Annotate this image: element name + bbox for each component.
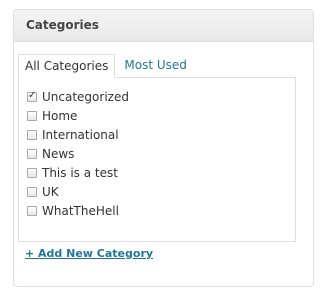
category-checkbox[interactable]: ✓ — [27, 89, 37, 102]
category-checkbox[interactable] — [27, 186, 37, 197]
category-label: International — [42, 127, 119, 142]
categories-panel: Categories All Categories Most Used ✓ Un… — [13, 9, 314, 287]
checkmark-icon: ✓ — [28, 89, 37, 101]
category-checklist: ✓ Uncategorized Home International News … — [18, 77, 296, 242]
category-item-home[interactable]: Home — [27, 106, 295, 125]
category-item-news[interactable]: News — [27, 144, 295, 163]
category-checkbox[interactable] — [27, 205, 37, 216]
category-item-whatthehell[interactable]: WhatTheHell — [27, 201, 295, 220]
category-checkbox[interactable] — [27, 148, 37, 159]
category-label: Home — [42, 108, 78, 123]
category-checkbox[interactable] — [27, 129, 37, 140]
category-item-international[interactable]: International — [27, 125, 295, 144]
category-label: This is a test — [42, 165, 118, 180]
category-label: Uncategorized — [42, 89, 129, 104]
tab-most-used[interactable]: Most Used — [115, 54, 193, 78]
category-checkbox[interactable] — [27, 167, 37, 178]
category-label: UK — [42, 184, 59, 199]
category-item-uk[interactable]: UK — [27, 182, 295, 201]
tab-all-categories[interactable]: All Categories — [18, 54, 116, 78]
category-label: WhatTheHell — [42, 203, 119, 218]
category-item-this-is-a-test[interactable]: This is a test — [27, 163, 295, 182]
category-item-uncategorized[interactable]: ✓ Uncategorized — [27, 87, 295, 106]
panel-title[interactable]: Categories — [14, 10, 313, 42]
category-tabs: All Categories Most Used — [18, 54, 193, 78]
category-checkbox[interactable] — [27, 110, 37, 121]
add-new-category-link[interactable]: + Add New Category — [25, 247, 153, 260]
category-label: News — [42, 146, 75, 161]
